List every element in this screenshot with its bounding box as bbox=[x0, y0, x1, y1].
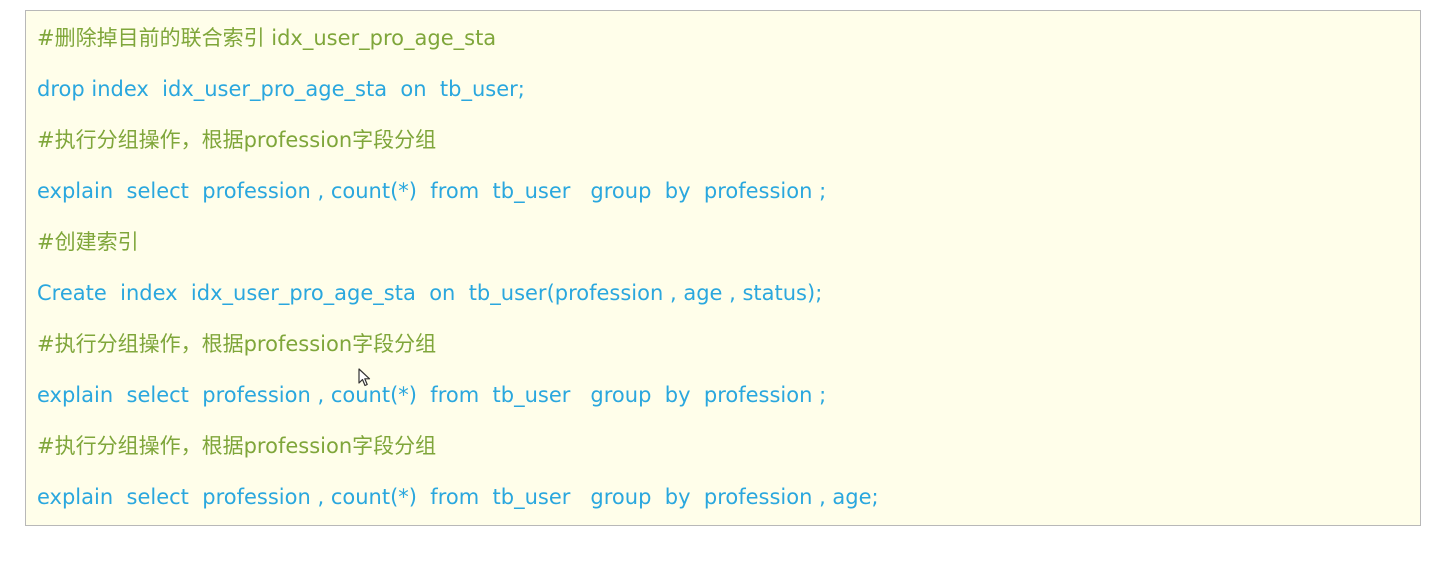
sql-line-explain-group-by-age: explain select profession , count(*) fro… bbox=[37, 485, 879, 509]
sql-line-explain-group-by-1: explain select profession , count(*) fro… bbox=[37, 179, 827, 203]
comment-line-group-by-3: #执行分组操作，根据profession字段分组 bbox=[37, 434, 437, 458]
comment-line-drop-index: #删除掉目前的联合索引 idx_user_pro_age_sta bbox=[37, 26, 497, 50]
sql-line-create-index: Create index idx_user_pro_age_sta on tb_… bbox=[37, 281, 823, 305]
code-lines: #删除掉目前的联合索引 idx_user_pro_age_sta drop in… bbox=[37, 23, 1410, 533]
comment-line-group-by-1: #执行分组操作，根据profession字段分组 bbox=[37, 128, 437, 152]
sql-line-explain-group-by-2: explain select profession , count(*) fro… bbox=[37, 383, 827, 407]
sql-code-panel: #删除掉目前的联合索引 idx_user_pro_age_sta drop in… bbox=[25, 10, 1421, 526]
comment-line-group-by-2: #执行分组操作，根据profession字段分组 bbox=[37, 332, 437, 356]
mouse-pointer-icon bbox=[358, 368, 371, 387]
comment-line-create-index: #创建索引 bbox=[37, 230, 139, 254]
sql-line-drop-index: drop index idx_user_pro_age_sta on tb_us… bbox=[37, 77, 525, 101]
